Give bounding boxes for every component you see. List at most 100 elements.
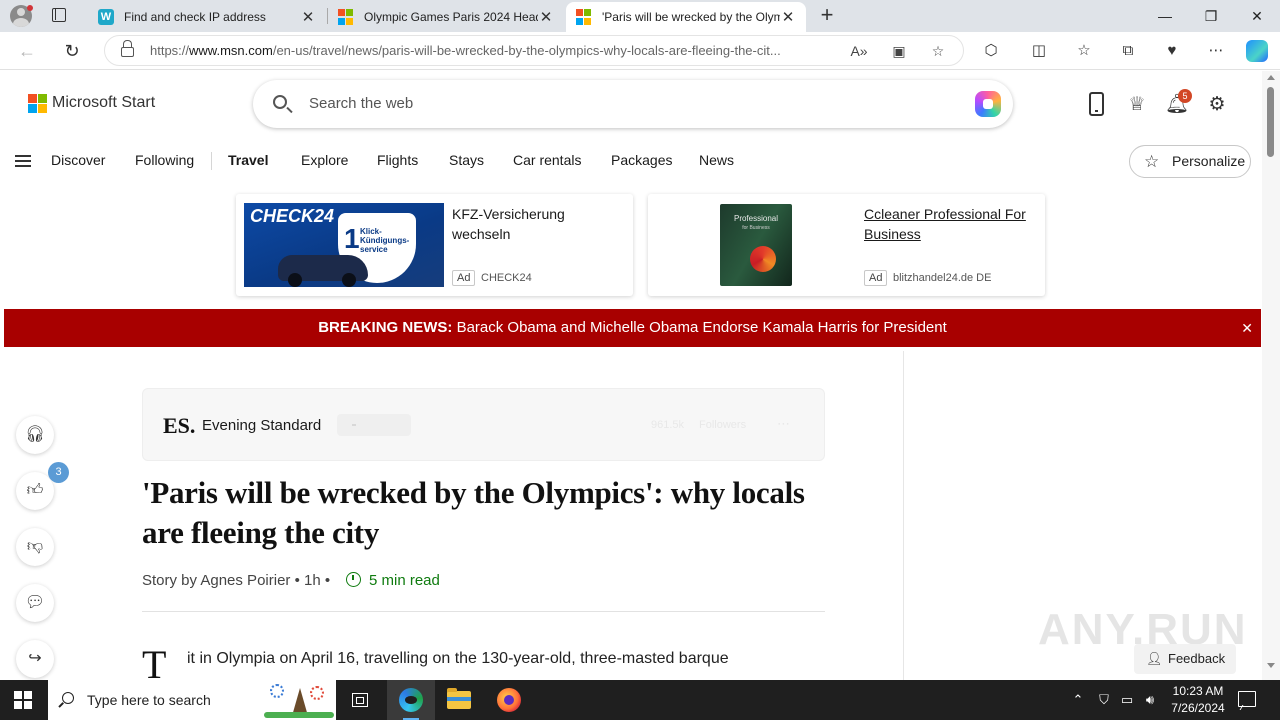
ad-title-link[interactable]: Ccleaner Professional For Business — [864, 204, 1034, 244]
breaking-news-banner[interactable]: BREAKING NEWS: Barack Obama and Michelle… — [4, 309, 1261, 347]
source-name[interactable]: Evening Standard — [202, 417, 321, 434]
windows-start-icon[interactable] — [14, 691, 32, 709]
copilot-icon[interactable] — [1246, 40, 1268, 62]
phone-icon[interactable] — [1089, 92, 1104, 116]
follow-button[interactable] — [337, 414, 411, 436]
evening-standard-logo[interactable]: ES. — [163, 413, 195, 439]
extensions-icon[interactable]: ⬡ — [980, 40, 1002, 62]
new-tab-button[interactable]: + — [815, 4, 839, 28]
taskbar-search-input[interactable]: Type here to search — [87, 692, 211, 708]
nav-stays[interactable]: Stays — [449, 152, 484, 168]
taskbar-search[interactable]: Type here to search — [48, 680, 336, 720]
nav-packages[interactable]: Packages — [611, 152, 672, 168]
scrollbar-thumb[interactable] — [1267, 87, 1274, 157]
copilot-icon[interactable] — [975, 91, 1001, 117]
feedback-button[interactable]: 👤︎ Feedback — [1134, 644, 1236, 674]
nav-flights[interactable]: Flights — [377, 152, 418, 168]
clock-time[interactable]: 10:23 AM — [1160, 684, 1236, 698]
article-divider — [142, 611, 825, 612]
performance-icon[interactable]: ♥ — [1161, 40, 1183, 62]
search-icon — [62, 692, 74, 704]
split-screen-icon[interactable]: ◫ — [1028, 40, 1050, 62]
taskbar-edge[interactable] — [387, 680, 435, 720]
msn-page: Microsoft Start Search the web ♕ 🔔︎ 5 ⚙ … — [0, 71, 1262, 680]
ad-card-ccleaner[interactable]: Professional for Business Ccleaner Profe… — [648, 194, 1045, 296]
thumbs-up-icon[interactable]: 👍︎ — [16, 472, 54, 510]
maximize-button[interactable]: ❐ — [1188, 0, 1234, 32]
settings-gear-icon[interactable]: ⚙ — [1205, 93, 1229, 117]
feedback-icon: 👤︎ — [1146, 651, 1163, 666]
minimize-button[interactable]: — — [1142, 0, 1188, 32]
volume-icon[interactable]: 🔊︎ — [1140, 680, 1160, 720]
vertical-scrollbar[interactable] — [1262, 71, 1280, 680]
tab-ip-address[interactable]: W Find and check IP address ✕ — [88, 2, 326, 32]
sparkle-star-icon: ☆ — [1144, 152, 1160, 171]
scroll-down-icon[interactable] — [1267, 663, 1275, 668]
feedback-label: Feedback — [1168, 651, 1226, 666]
favorite-star-icon[interactable]: ☆ — [928, 41, 948, 61]
search-input[interactable]: Search the web — [309, 95, 413, 112]
microsoft-icon — [576, 9, 592, 25]
microsoft-logo-icon[interactable] — [28, 94, 47, 113]
ad-card-check24[interactable]: CHECK24 1 Klick-Kündigungs-service KFZ-V… — [236, 194, 633, 296]
close-icon[interactable]: ✕ — [1241, 309, 1253, 347]
nav-discover[interactable]: Discover — [51, 152, 105, 168]
collections-icon[interactable]: ⧉ — [1117, 40, 1139, 62]
source-card: ES. Evening Standard 961.5k Followers ⋯ — [142, 388, 825, 461]
tab-close-icon[interactable]: ✕ — [300, 8, 316, 26]
clock-date[interactable]: 7/26/2024 — [1160, 701, 1236, 715]
tab-actions-icon[interactable] — [52, 8, 66, 22]
address-bar[interactable]: https://www.msn.com/en-us/travel/news/pa… — [104, 35, 964, 66]
refresh-icon[interactable]: ↻ — [59, 38, 85, 64]
personalize-button[interactable]: ☆ Personalize — [1129, 145, 1251, 178]
close-window-button[interactable]: ✕ — [1234, 0, 1280, 32]
personalize-label: Personalize — [1172, 153, 1246, 169]
ad-title[interactable]: KFZ-Versicherung wechseln — [452, 204, 622, 244]
share-icon[interactable]: ↪ — [16, 640, 54, 678]
nav-news[interactable]: News — [699, 152, 734, 168]
ad-image-text: Klick-Kündigungs-service — [360, 227, 410, 254]
back-arrow-icon[interactable]: ← — [14, 38, 40, 64]
network-icon[interactable]: ▭ — [1117, 680, 1137, 720]
profile-alert-dot — [27, 5, 33, 11]
search-box[interactable]: Search the web — [253, 80, 1013, 128]
taskbar-file-explorer[interactable] — [435, 680, 483, 720]
favorites-icon[interactable]: ☆ — [1073, 40, 1095, 62]
url-path: /en-us/travel/news/paris-will-be-wrecked… — [272, 43, 781, 58]
task-view-button[interactable] — [336, 680, 384, 720]
more-options-icon[interactable]: ⋯ — [777, 416, 790, 432]
taskbar-firefox[interactable] — [485, 680, 533, 720]
more-icon[interactable]: ⋯ — [1205, 40, 1227, 62]
thumbs-down-icon[interactable]: 👎︎ — [16, 528, 54, 566]
url-text[interactable]: https://www.msn.com/en-us/travel/news/pa… — [150, 43, 840, 58]
ad-badge: Ad — [864, 270, 888, 286]
tray-security-icon[interactable]: ⛉ — [1094, 680, 1114, 720]
ad-image-number: 1 — [344, 223, 360, 254]
comment-icon[interactable]: 💬︎ — [16, 584, 54, 622]
windows-taskbar: Type here to search ⌃ ⛉ ▭ 🔊︎ 10:23 AM 7/… — [0, 680, 1280, 720]
read-aloud-icon[interactable]: A» — [849, 41, 869, 61]
tab-close-icon[interactable]: ✕ — [780, 8, 796, 26]
nav-following[interactable]: Following — [135, 152, 194, 168]
headphones-icon[interactable]: 🎧︎ — [16, 416, 54, 454]
nav-travel[interactable]: Travel — [228, 152, 268, 168]
article-byline: Story by Agnes Poirier • 1h • — [142, 572, 331, 589]
lock-icon[interactable] — [121, 40, 134, 57]
tab-olympic-games[interactable]: Olympic Games Paris 2024 Headl ✕ — [328, 2, 564, 32]
notifications-icon[interactable] — [1238, 691, 1256, 707]
firework-icon — [270, 684, 284, 698]
tab-close-icon[interactable]: ✕ — [538, 8, 554, 26]
ad-image-check24[interactable]: CHECK24 1 Klick-Kündigungs-service — [244, 203, 444, 287]
article-headline: 'Paris will be wrecked by the Olympics':… — [142, 475, 805, 550]
tab-paris-article[interactable]: 'Paris will be wrecked by the Olym ✕ — [566, 2, 806, 32]
scroll-up-icon[interactable] — [1267, 75, 1275, 80]
nav-car-rentals[interactable]: Car rentals — [513, 152, 581, 168]
ad-image-ccleaner[interactable]: Professional for Business — [720, 204, 792, 286]
rewards-icon[interactable]: ♕ — [1125, 93, 1149, 117]
brand-name[interactable]: Microsoft Start — [52, 94, 155, 112]
nav-explore[interactable]: Explore — [301, 152, 348, 168]
immersive-reader-icon[interactable]: ▣ — [889, 41, 909, 61]
tray-chevron-icon[interactable]: ⌃ — [1068, 680, 1088, 720]
menu-icon[interactable] — [15, 155, 31, 167]
follower-count: 961.5k — [651, 419, 685, 431]
